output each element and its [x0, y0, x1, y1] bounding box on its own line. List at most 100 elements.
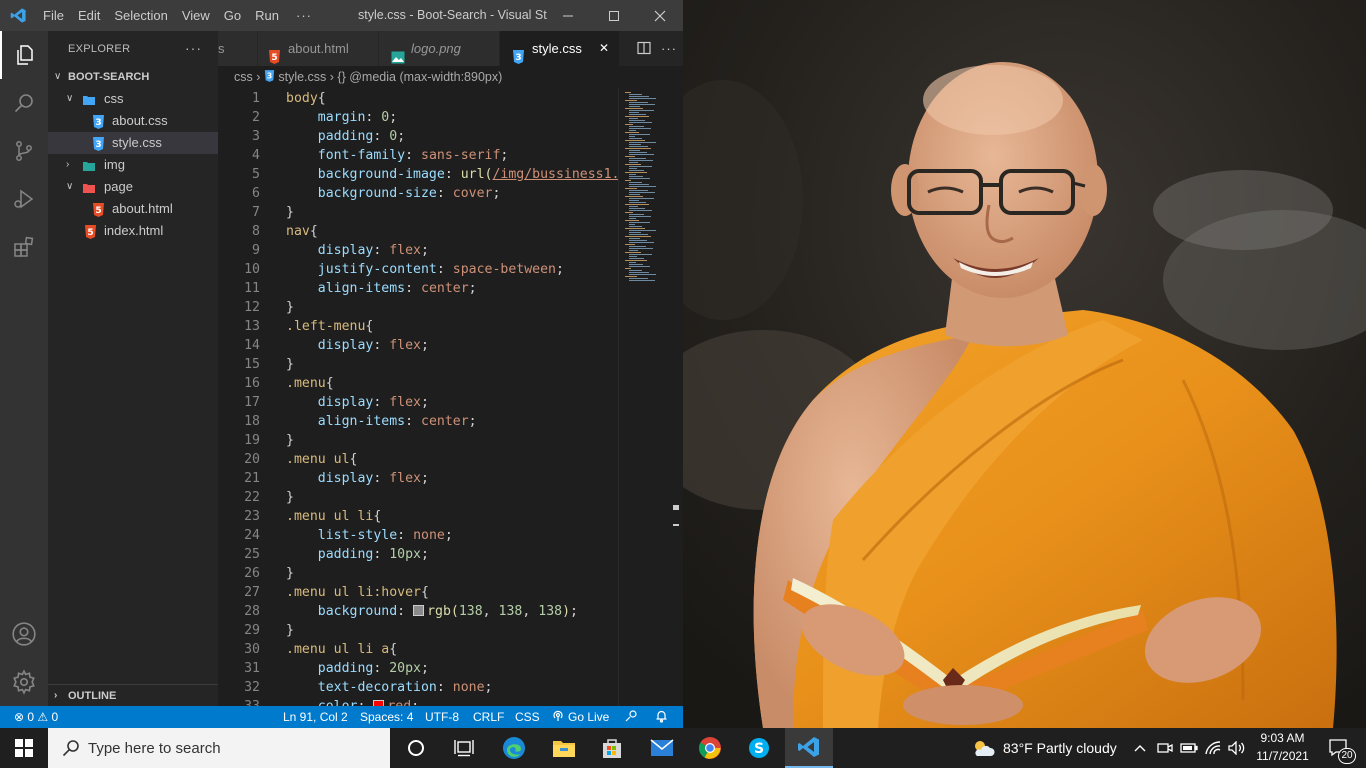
menu-item-run[interactable]: Run [248, 0, 286, 31]
code-line[interactable]: body{ [286, 89, 326, 108]
cortana-circle-icon[interactable] [392, 728, 440, 768]
code-line[interactable]: text-decoration: none; [286, 678, 493, 697]
code-line[interactable]: } [286, 431, 294, 450]
notifications-bell-icon[interactable] [655, 706, 668, 728]
code-line[interactable]: display: flex; [286, 393, 429, 412]
meet-now-icon[interactable] [1154, 728, 1176, 768]
tab-style-css[interactable]: 3 style.css ✕ [500, 31, 620, 66]
menu-item-more[interactable]: ··· [286, 0, 322, 31]
code-line[interactable]: background: rgb(138, 138, 138); [286, 602, 578, 621]
tree-item-css-folder[interactable]: ∨ css [48, 88, 218, 110]
menu-item-go[interactable]: Go [217, 0, 248, 31]
code-line[interactable]: background-image: url(/img/bussiness1.j [286, 165, 618, 184]
code-line[interactable]: nav{ [286, 222, 318, 241]
search-icon[interactable] [0, 79, 48, 127]
menu-item-edit[interactable]: Edit [71, 0, 107, 31]
code-line[interactable]: .left-menu{ [286, 317, 373, 336]
notification-center-icon[interactable]: 20 [1320, 728, 1358, 768]
run-debug-icon[interactable] [0, 175, 48, 223]
code-line[interactable]: } [286, 203, 294, 222]
vscode-taskbar-icon[interactable] [785, 728, 833, 768]
breadcrumb-symbol[interactable]: {} @media (max-width:890px) [337, 70, 502, 84]
split-editor-icon[interactable] [637, 41, 651, 60]
battery-icon[interactable] [1178, 728, 1200, 768]
project-folder[interactable]: ∨ BOOT-SEARCH [48, 66, 218, 88]
more-actions-icon[interactable]: ··· [661, 31, 677, 66]
weather-partly-cloudy-icon[interactable] [970, 728, 996, 768]
code-line[interactable]: .menu ul li a{ [286, 640, 397, 659]
tree-item-index-html[interactable]: 5 index.html [48, 220, 218, 242]
code-line[interactable]: padding: 0; [286, 127, 405, 146]
edge-browser-icon[interactable] [490, 728, 538, 768]
code-line[interactable]: padding: 10px; [286, 545, 429, 564]
code-editor[interactable]: 1 body{2 margin: 0; 3 padding: 0; 4 font-fa… [218, 88, 618, 706]
menu-item-file[interactable]: File [36, 0, 71, 31]
maximize-button[interactable] [591, 0, 637, 31]
minimap[interactable] [618, 88, 670, 706]
code-line[interactable]: list-style: none; [286, 526, 453, 545]
tab-about-html[interactable]: 5 about.html [258, 31, 379, 66]
code-line[interactable]: background-size: cover; [286, 184, 501, 203]
code-line[interactable]: justify-content: space-between; [286, 260, 564, 279]
source-control-icon[interactable] [0, 127, 48, 175]
language-mode[interactable]: CSS [515, 706, 540, 728]
cursor-position[interactable]: Ln 91, Col 2 [283, 706, 348, 728]
volume-icon[interactable] [1226, 728, 1248, 768]
code-line[interactable]: .menu ul li{ [286, 507, 381, 526]
code-line[interactable]: } [286, 564, 294, 583]
tree-item-style-css[interactable]: 3 style.css [48, 132, 218, 154]
clock-date[interactable]: 11/7/2021 [1255, 749, 1310, 763]
task-view-icon[interactable] [440, 728, 488, 768]
feedback-icon[interactable] [624, 706, 638, 728]
minimize-button[interactable] [545, 0, 591, 31]
code-line[interactable]: padding: 20px; [286, 659, 429, 678]
extensions-icon[interactable] [0, 223, 48, 271]
code-line[interactable]: align-items: center; [286, 279, 477, 298]
menu-item-view[interactable]: View [175, 0, 217, 31]
breadcrumb-file[interactable]: style.css [278, 70, 326, 84]
explorer-more-button[interactable]: ··· [185, 40, 202, 56]
wifi-icon[interactable] [1202, 728, 1224, 768]
breadcrumb-folder[interactable]: css [234, 70, 253, 84]
encoding[interactable]: UTF-8 [425, 706, 459, 728]
tree-item-img-folder[interactable]: › img [48, 154, 218, 176]
indentation[interactable]: Spaces: 4 [360, 706, 413, 728]
tab-partial[interactable]: s [218, 31, 258, 66]
code-line[interactable]: .menu ul{ [286, 450, 357, 469]
taskbar-search-box[interactable]: Type here to search [48, 728, 390, 768]
clock-time[interactable]: 9:03 AM [1255, 731, 1310, 745]
problems-indicator[interactable]: ⊗ 0 ⚠ 0 [14, 706, 58, 728]
code-line[interactable]: } [286, 621, 294, 640]
code-line[interactable]: } [286, 355, 294, 374]
chevron-up-icon[interactable] [1130, 728, 1150, 768]
weather-text[interactable]: 83°F Partly cloudy [1003, 740, 1117, 756]
code-line[interactable]: font-family: sans-serif; [286, 146, 509, 165]
tree-item-about-css[interactable]: 3 about.css [48, 110, 218, 132]
menu-item-selection[interactable]: Selection [107, 0, 174, 31]
code-line[interactable]: .menu{ [286, 374, 334, 393]
color-swatch[interactable] [413, 605, 425, 616]
close-window-button[interactable] [637, 0, 683, 31]
editor-scrollbar[interactable] [670, 88, 683, 706]
go-live-button[interactable]: Go Live [568, 706, 609, 728]
start-windows-icon[interactable] [0, 728, 48, 768]
code-line[interactable]: align-items: center; [286, 412, 477, 431]
code-line[interactable]: display: flex; [286, 469, 429, 488]
line-ending[interactable]: CRLF [473, 706, 504, 728]
skype-icon[interactable]: S [735, 728, 783, 768]
code-line[interactable]: } [286, 488, 294, 507]
tab-logo-png[interactable]: logo.png [379, 31, 500, 66]
code-line[interactable]: .menu ul li:hover{ [286, 583, 429, 602]
outline-section[interactable]: › OUTLINE [48, 684, 218, 706]
mail-icon[interactable] [638, 728, 686, 768]
close-tab-icon[interactable]: ✕ [599, 31, 609, 66]
code-line[interactable]: } [286, 298, 294, 317]
chrome-browser-icon[interactable] [686, 728, 734, 768]
file-explorer-icon[interactable] [540, 728, 588, 768]
code-line[interactable]: margin: 0; [286, 108, 397, 127]
code-line[interactable]: display: flex; [286, 241, 429, 260]
code-line[interactable]: display: flex; [286, 336, 429, 355]
code-line[interactable]: color: red; [286, 697, 419, 706]
tree-item-page-folder[interactable]: ∨ page [48, 176, 218, 198]
vscode-logo-icon[interactable] [0, 0, 36, 31]
